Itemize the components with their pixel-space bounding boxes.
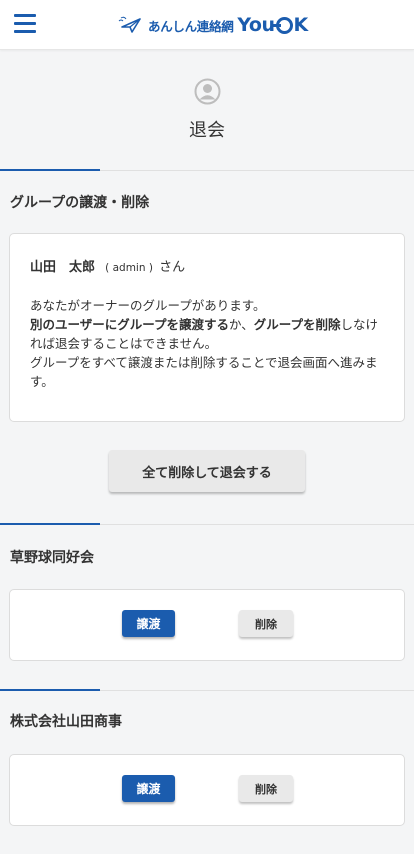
title-block: 退会	[0, 50, 414, 170]
message-line-3: グループをすべて譲渡または削除することで退会画面へ進みます。	[30, 355, 378, 389]
transfer-button[interactable]: 譲渡	[122, 610, 175, 637]
app-logo[interactable]: あんしん連絡網 You K	[118, 11, 308, 39]
delete-all-and-withdraw-button[interactable]: 全て削除して退会する	[109, 450, 305, 492]
section-divider	[0, 169, 414, 171]
logo-brand-right: K	[293, 14, 309, 36]
message-bold-1: 別のユーザーにグループを譲渡する	[30, 317, 230, 332]
section-heading-transfer: グループの譲渡・削除	[10, 195, 150, 211]
delete-button[interactable]: 削除	[239, 610, 293, 637]
user-honorific: さん	[159, 260, 186, 275]
section-divider	[0, 523, 414, 525]
message-line-2: 別のユーザーにグループを譲渡するか、グループを削除しなければ退会することはできま…	[30, 315, 390, 353]
message-text-1: か、	[229, 317, 254, 332]
group-card-2: 譲渡 削除	[9, 754, 405, 826]
owner-notice-card: 山田 太郎 ( admin ) さん あなたがオーナーのグループがあります。 別…	[9, 233, 405, 422]
user-avatar-icon	[194, 78, 221, 105]
hamburger-menu-icon[interactable]	[14, 14, 36, 34]
user-role: ( admin )	[105, 262, 153, 274]
group-name-2: 株式会社山田商事	[10, 714, 122, 730]
section-divider	[0, 689, 414, 691]
logo-brand: You K	[237, 14, 309, 36]
logo-text: あんしん連絡網	[148, 18, 234, 34]
transfer-button[interactable]: 譲渡	[122, 775, 175, 802]
message-bold-2: グループを削除	[253, 317, 341, 332]
group-name-1: 草野球同好会	[10, 550, 94, 566]
notice-message: あなたがオーナーのグループがあります。 別のユーザーにグループを譲渡するか、グル…	[30, 296, 390, 391]
app-header: あんしん連絡網 You K	[0, 0, 414, 50]
user-line: 山田 太郎 ( admin ) さん	[30, 256, 185, 275]
airplane-logo-icon	[118, 16, 141, 33]
user-name: 山田 太郎	[30, 260, 96, 275]
message-line-1: あなたがオーナーのグループがあります。	[30, 298, 266, 313]
delete-button[interactable]: 削除	[239, 775, 293, 802]
page-title: 退会	[189, 120, 225, 141]
logo-brand-left: You	[237, 14, 275, 36]
logo-o-icon	[270, 16, 293, 34]
group-card-1: 譲渡 削除	[9, 589, 405, 661]
